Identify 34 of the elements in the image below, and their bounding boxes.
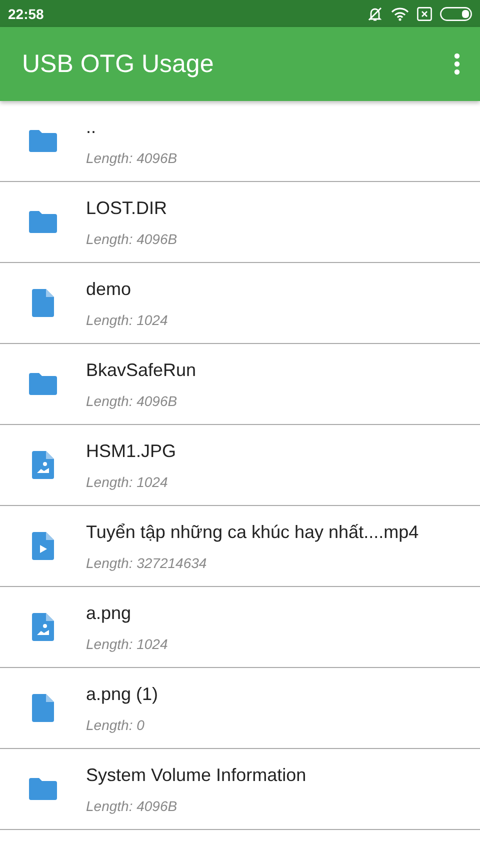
wifi-icon <box>391 6 409 20</box>
file-length: Length: 4096B <box>86 392 178 408</box>
folder-icon <box>29 130 57 152</box>
folder-icon <box>29 373 57 395</box>
file-icon <box>32 289 54 317</box>
file-name[interactable]: demo <box>86 278 168 300</box>
file-name[interactable]: System Volume Information <box>86 764 306 786</box>
file-length: Length: 1024 <box>86 636 168 652</box>
video-file-icon <box>32 532 54 560</box>
file-length: Length: 1024 <box>86 474 169 490</box>
file-name[interactable]: HSM1.JPG <box>86 440 176 462</box>
file-length: Length: 4096B <box>86 150 178 166</box>
file-name[interactable]: a.png (1) <box>86 684 158 704</box>
file-length: Length: 4096B <box>86 230 178 246</box>
file-name[interactable]: Tuyển tập những ca khúc hay nhất....mp4 <box>86 522 419 542</box>
file-name[interactable]: a.png <box>86 602 168 624</box>
no-sim-icon <box>417 6 432 20</box>
battery-icon <box>440 6 472 20</box>
bell-off-icon <box>367 6 383 22</box>
more-vertical-icon <box>454 53 460 75</box>
app-title: USB OTG Usage <box>22 50 214 78</box>
file-name[interactable]: .. <box>86 116 178 138</box>
file-length: Length: 4096B <box>86 798 178 814</box>
folder-icon <box>29 778 57 800</box>
file-length: Length: 1024 <box>86 312 168 328</box>
image-file-icon <box>32 613 54 641</box>
file-name[interactable]: LOST.DIR <box>86 198 178 218</box>
image-file-icon <box>32 451 54 479</box>
file-length: Length: 0 <box>86 716 146 732</box>
file-icon <box>32 694 54 722</box>
folder-icon <box>29 211 57 233</box>
file-name[interactable]: BkavSafeRun <box>86 360 196 380</box>
file-length: Length: 327214634 <box>86 554 208 570</box>
status-time: 22:58 <box>8 6 44 22</box>
